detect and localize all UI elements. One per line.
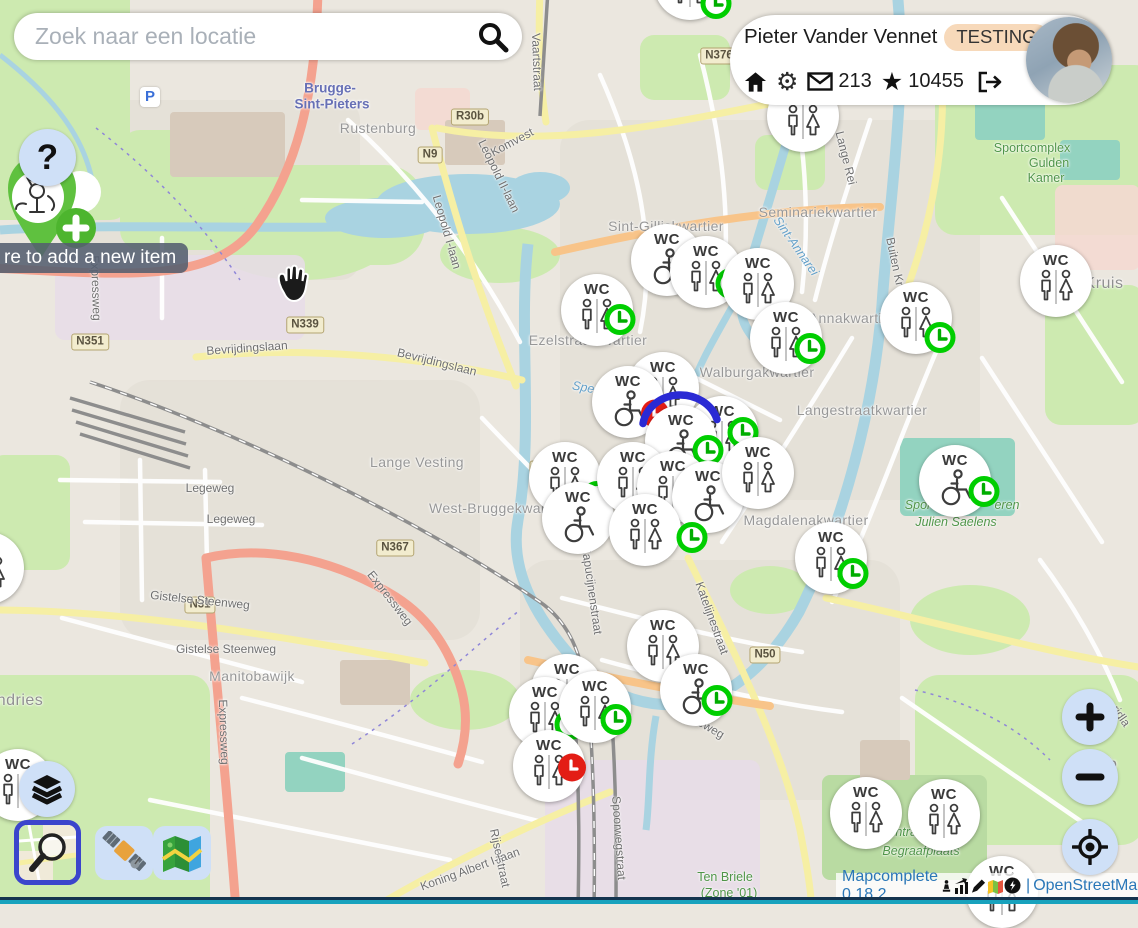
wc-label: WC (0, 540, 1, 555)
hand-cursor-icon (276, 264, 309, 309)
zoom-in-icon (1075, 702, 1105, 732)
zoom-out-icon (1075, 762, 1105, 792)
wc-label: WC (582, 679, 608, 694)
wc-label: WC (1043, 253, 1069, 268)
wc-label: WC (695, 469, 721, 484)
envelope-icon[interactable] (807, 72, 833, 91)
wc-label: WC (632, 502, 658, 517)
layers-button[interactable] (19, 761, 75, 817)
statue-icon[interactable] (940, 878, 953, 894)
bottom-teal-bar (0, 900, 1138, 904)
layers-icon (30, 773, 64, 805)
messages-count: 213 (838, 70, 871, 93)
wc-label: WC (654, 232, 680, 247)
wc-label: WC (903, 290, 929, 305)
wc-label: WC (554, 662, 580, 677)
community-icon[interactable] (1004, 877, 1021, 894)
user-name: Pieter Vander VennetTESTING (744, 24, 1049, 51)
gear-icon[interactable]: ⚙ (776, 71, 798, 93)
question-icon: ? (37, 138, 58, 178)
star-icon[interactable]: ★ (881, 71, 903, 93)
wc-label: WC (615, 374, 641, 389)
attribution-separator: | (1026, 877, 1030, 895)
background-option-satellite[interactable] (95, 826, 153, 880)
stats-icon[interactable] (954, 878, 970, 894)
wc-marker-toilets[interactable]: WC (561, 274, 633, 346)
pencil-icon[interactable] (971, 878, 986, 894)
wc-label: WC (532, 685, 558, 700)
home-icon[interactable] (744, 71, 767, 93)
geolocate-button[interactable] (1062, 819, 1118, 875)
wc-label: WC (931, 787, 957, 802)
wc-label: WC (709, 404, 735, 419)
changesets-count: 10455 (908, 70, 964, 93)
user-avatar[interactable] (1026, 17, 1112, 103)
wc-label: WC (693, 244, 719, 259)
search-icon[interactable] (476, 20, 510, 54)
geolocate-icon (1072, 829, 1108, 865)
wc-label: WC (818, 530, 844, 545)
wc-label: WC (650, 618, 676, 633)
wc-label: WC (650, 360, 676, 375)
wc-marker-toilets[interactable]: WC (609, 494, 681, 566)
wc-label: WC (745, 256, 771, 271)
background-option-map[interactable] (153, 826, 211, 880)
wc-marker-toilets[interactable]: WC (830, 777, 902, 849)
wc-label: WC (942, 453, 968, 468)
wc-label: WC (584, 282, 610, 297)
wc-label: WC (536, 738, 562, 753)
zoom-in-button[interactable] (1062, 689, 1118, 745)
wc-label: WC (668, 413, 694, 428)
openstreetmap-link[interactable]: OpenStreetMap (1033, 877, 1138, 895)
wc-marker-wheelchair[interactable]: WC (919, 445, 991, 517)
help-button[interactable]: ? (19, 129, 76, 186)
add-item-tooltip: re to add a new item (0, 243, 188, 273)
wc-marker-toilets[interactable]: WC (880, 282, 952, 354)
wc-label: WC (853, 785, 879, 800)
zoom-out-button[interactable] (1062, 749, 1118, 805)
wc-marker-toilets[interactable]: WC (1020, 245, 1092, 317)
folded-map-icon (161, 833, 203, 873)
wc-marker-toilets[interactable]: WC (513, 730, 585, 802)
attribution-bar: Mapcomplete 0.18.2 | OpenStreetMap (836, 873, 1138, 898)
logout-icon[interactable] (977, 71, 1002, 93)
wc-marker-toilets[interactable]: WC (908, 779, 980, 851)
wc-label: WC (552, 450, 578, 465)
wc-marker-toilets[interactable]: WC (722, 437, 794, 509)
wc-marker-toilets[interactable]: WC (559, 671, 631, 743)
osm-background-icon (19, 825, 76, 880)
colormap-icon[interactable] (987, 878, 1003, 894)
wc-marker-wheelchair[interactable]: WC (660, 654, 732, 726)
search-bar[interactable] (14, 13, 522, 60)
wc-marker-toilets[interactable]: WC (750, 302, 822, 374)
wc-label: WC (565, 490, 591, 505)
wc-label: WC (773, 310, 799, 325)
wc-marker-toilets[interactable]: WC (795, 522, 867, 594)
wc-label: WC (620, 450, 646, 465)
background-option-osm[interactable] (14, 820, 81, 885)
wc-label: WC (683, 662, 709, 677)
satellite-background-icon (102, 831, 146, 875)
wc-label: WC (745, 445, 771, 460)
search-input[interactable] (33, 22, 476, 51)
